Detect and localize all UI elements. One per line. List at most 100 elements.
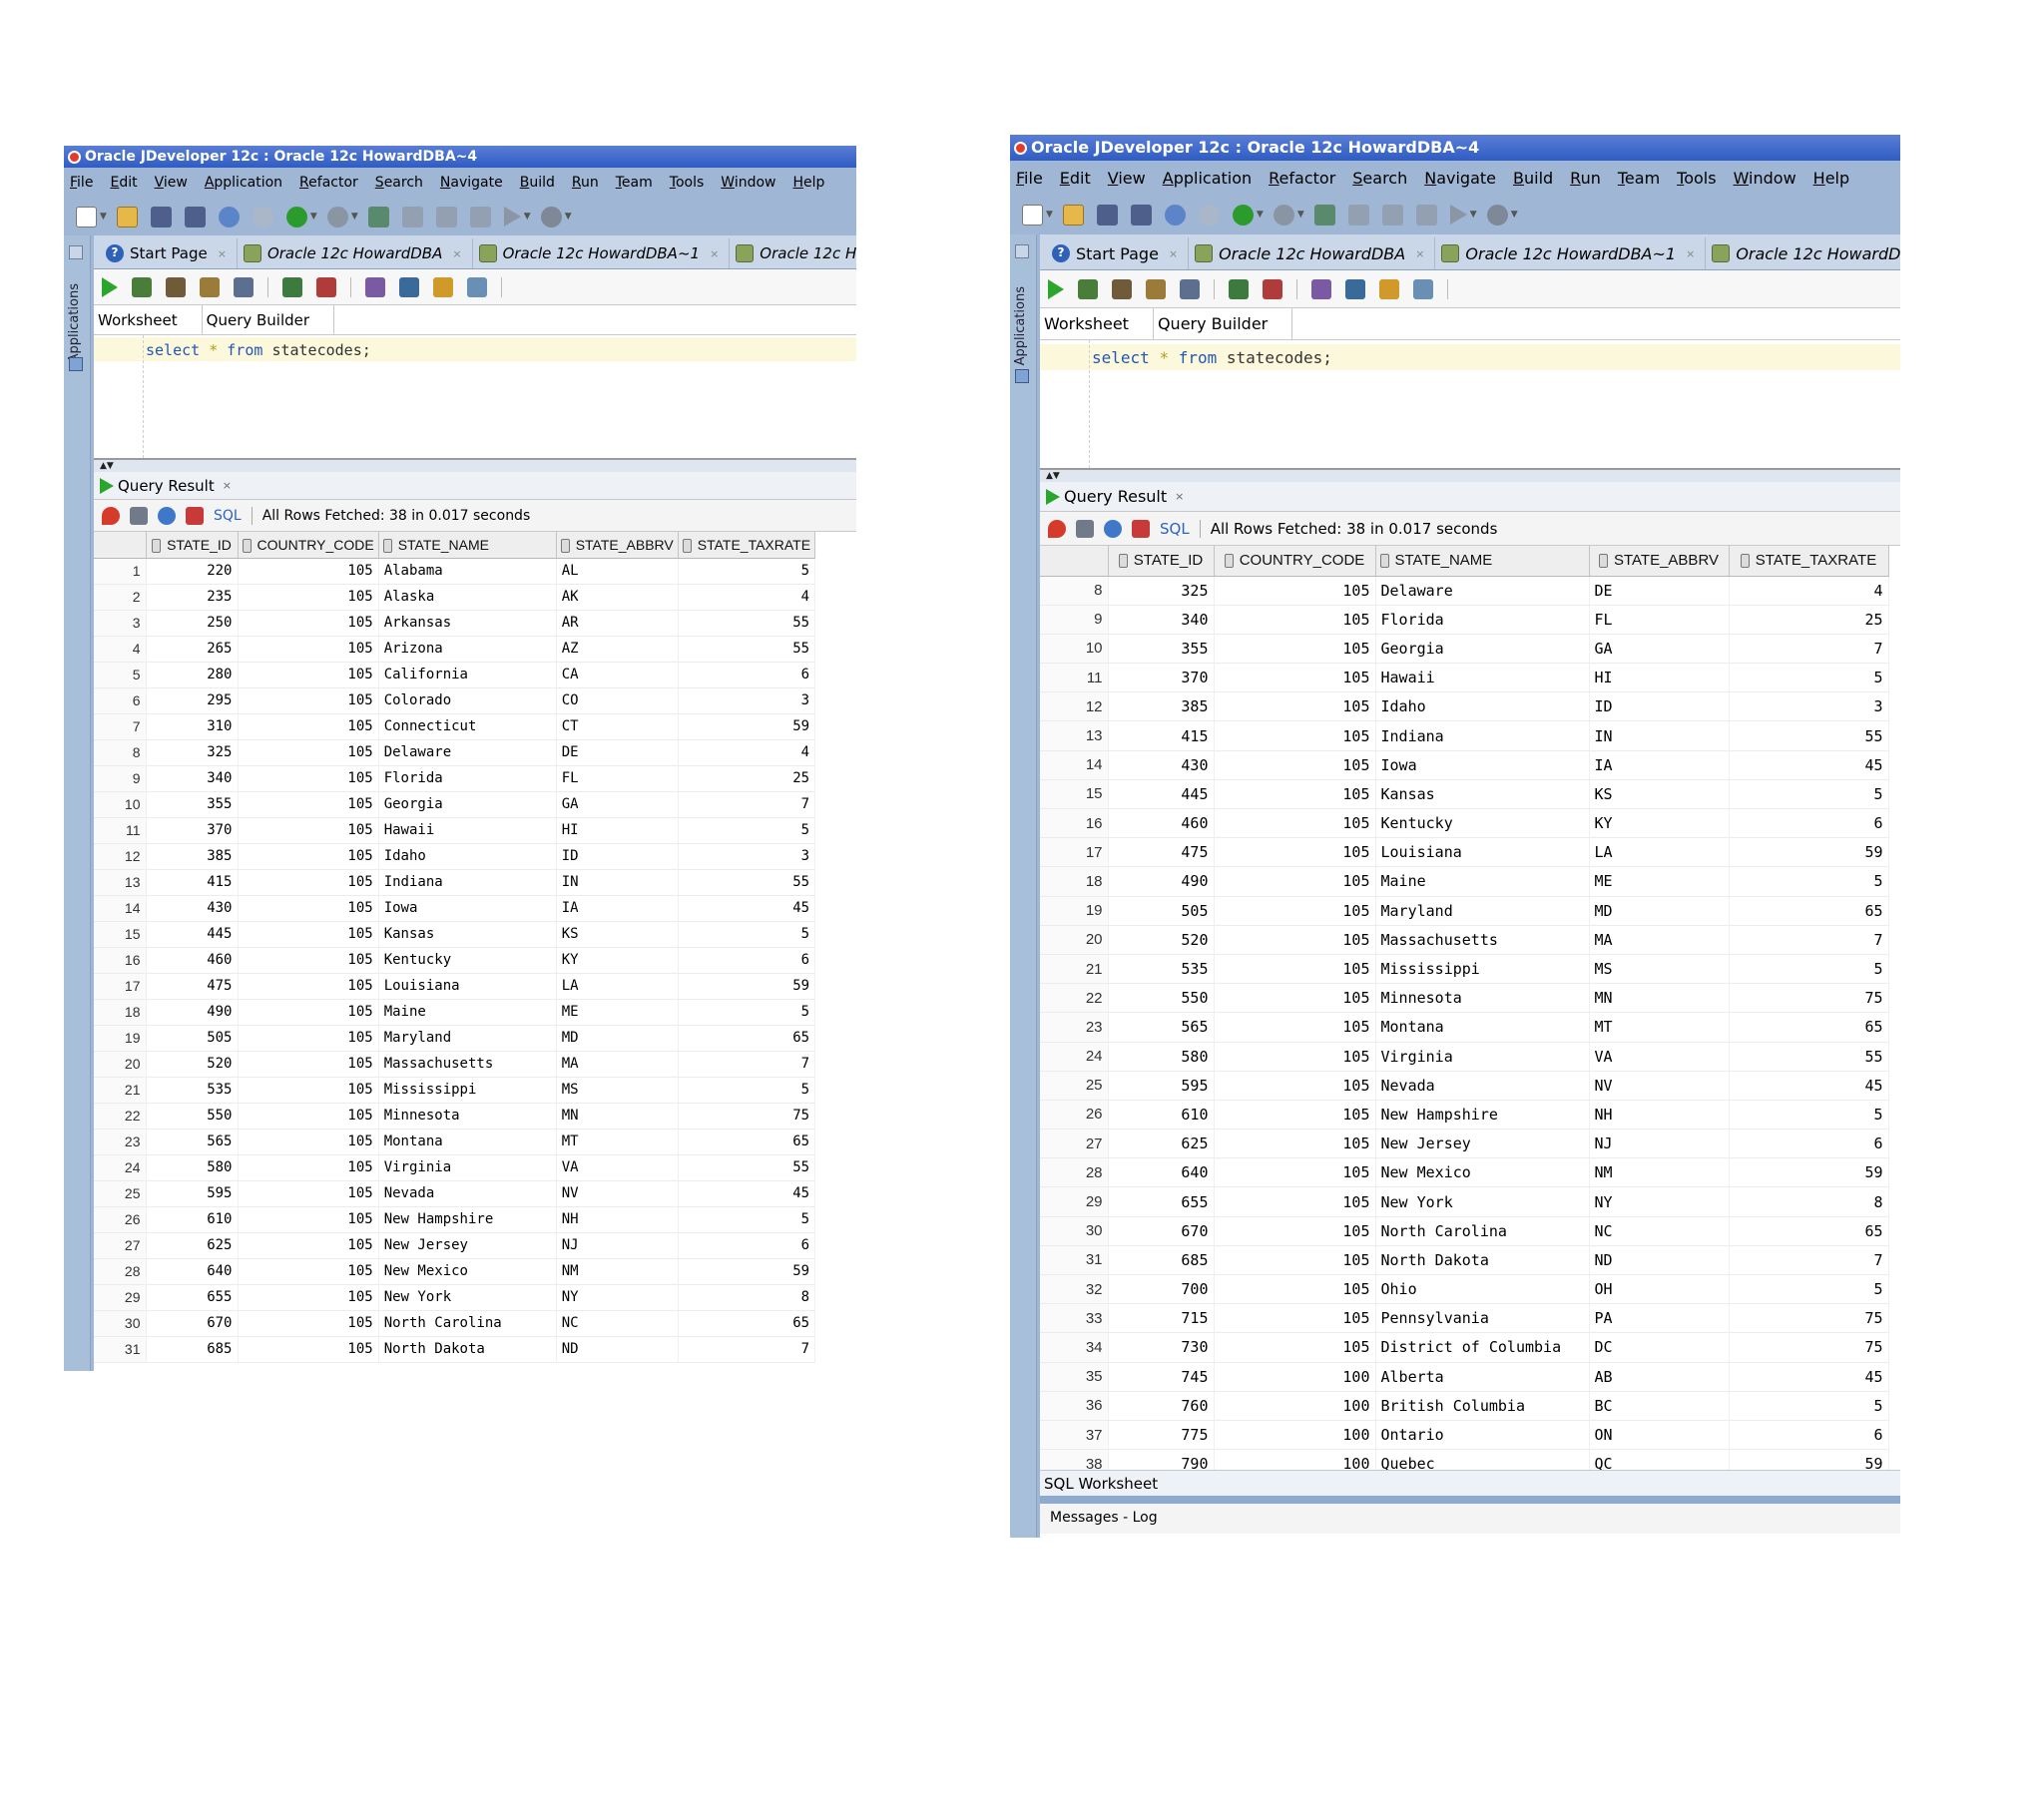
menu-view[interactable]: View	[155, 175, 188, 191]
cell-state-abbrv[interactable]: NJ	[1589, 1129, 1730, 1159]
cell-state-abbrv[interactable]: AR	[556, 610, 679, 637]
cell-state-abbrv[interactable]: NY	[1589, 1186, 1730, 1217]
collapse-arrows-icon[interactable]: ▲▼	[100, 461, 114, 471]
commit-icon[interactable]	[166, 276, 186, 297]
cell-state-taxrate[interactable]: 75	[1729, 1332, 1889, 1363]
cell-state-name[interactable]: Mississippi	[378, 1077, 557, 1104]
cell-country-code[interactable]: 105	[1214, 576, 1376, 606]
open-folder-icon[interactable]	[116, 206, 138, 227]
table-row[interactable]: 31 685 105 North Dakota ND 7	[94, 1336, 816, 1363]
cell-state-name[interactable]: British Columbia	[1375, 1391, 1590, 1421]
cell-state-id[interactable]: 325	[1108, 576, 1215, 606]
menu-refactor[interactable]: Refactor	[299, 175, 358, 191]
cell-state-taxrate[interactable]: 6	[1729, 808, 1889, 839]
cell-state-abbrv[interactable]: NC	[556, 1310, 679, 1337]
cell-state-taxrate[interactable]: 45	[678, 1180, 816, 1207]
cell-state-id[interactable]: 655	[1108, 1186, 1215, 1217]
cell-state-taxrate[interactable]: 5	[1729, 779, 1889, 810]
cell-state-name[interactable]: Iowa	[378, 895, 557, 922]
cell-state-taxrate[interactable]: 3	[678, 843, 816, 870]
open-folder-icon[interactable]	[1062, 204, 1084, 226]
cell-state-abbrv[interactable]: CO	[556, 687, 679, 714]
cell-state-name[interactable]: Kansas	[1375, 779, 1590, 810]
cell-country-code[interactable]: 105	[238, 584, 379, 611]
cell-state-id[interactable]: 655	[146, 1284, 239, 1311]
cell-state-taxrate[interactable]: 8	[1729, 1186, 1889, 1217]
cell-state-id[interactable]: 460	[146, 947, 239, 974]
save-all-icon[interactable]	[1130, 204, 1152, 226]
menu-run[interactable]: Run	[1570, 169, 1601, 188]
cell-state-abbrv[interactable]: HI	[556, 817, 679, 844]
cell-country-code[interactable]: 105	[238, 895, 379, 922]
cell-country-code[interactable]: 105	[1214, 954, 1376, 985]
chevron-down-icon[interactable]: ▼	[1257, 210, 1264, 220]
cell-state-taxrate[interactable]: 7	[1729, 634, 1889, 665]
to-upper-lower-icon[interactable]	[1345, 278, 1365, 299]
cell-state-name[interactable]: North Carolina	[1375, 1216, 1590, 1246]
menu-run[interactable]: Run	[572, 175, 599, 191]
cell-state-abbrv[interactable]: IN	[1589, 720, 1730, 751]
column-header[interactable]: COUNTRY_CODE	[1214, 546, 1376, 577]
chevron-down-icon[interactable]: ▼	[1046, 210, 1053, 220]
cell-state-id[interactable]: 580	[1108, 1042, 1215, 1072]
table-row[interactable]: 25 595 105 Nevada NV 45	[1040, 1071, 1889, 1101]
cell-state-id[interactable]: 355	[1108, 634, 1215, 665]
cell-state-id[interactable]: 295	[146, 687, 239, 714]
cell-country-code[interactable]: 105	[238, 1284, 379, 1311]
cell-state-name[interactable]: Massachusetts	[1375, 925, 1590, 955]
cell-country-code[interactable]: 105	[238, 1154, 379, 1181]
forward-icon[interactable]	[285, 206, 307, 227]
build-icon[interactable]	[401, 206, 423, 227]
menu-build[interactable]: Build	[1513, 169, 1553, 188]
table-row[interactable]: 28 640 105 New Mexico NM 59	[1040, 1157, 1889, 1188]
cell-state-id[interactable]: 325	[146, 739, 239, 766]
collapse-arrows-icon[interactable]: ▲▼	[1046, 471, 1060, 481]
cell-country-code[interactable]: 105	[1214, 1071, 1376, 1101]
menu-team[interactable]: Team	[616, 175, 653, 191]
cell-state-id[interactable]: 625	[146, 1232, 239, 1259]
cell-state-abbrv[interactable]: AK	[556, 584, 679, 611]
table-row[interactable]: 15 445 105 Kansas KS 5	[94, 921, 816, 948]
cell-state-id[interactable]: 535	[1108, 954, 1215, 985]
cell-country-code[interactable]: 105	[1214, 750, 1376, 780]
cell-country-code[interactable]: 105	[238, 843, 379, 870]
menu-team[interactable]: Team	[1618, 169, 1660, 188]
cell-state-name[interactable]: Minnesota	[1375, 983, 1590, 1014]
table-row[interactable]: 35 745 100 Alberta AB 45	[1040, 1362, 1889, 1392]
cell-state-abbrv[interactable]: PA	[1589, 1303, 1730, 1334]
new-file-icon[interactable]	[76, 206, 97, 227]
print-icon[interactable]	[1076, 519, 1094, 538]
column-header[interactable]: STATE_ABBRV	[556, 532, 679, 559]
cell-state-name[interactable]: Idaho	[1375, 691, 1590, 722]
cell-state-abbrv[interactable]: ME	[1589, 866, 1730, 897]
undo-icon[interactable]	[1164, 204, 1186, 226]
cell-state-id[interactable]: 415	[146, 869, 239, 896]
cell-state-name[interactable]: Nevada	[378, 1180, 557, 1207]
cell-state-id[interactable]: 445	[146, 921, 239, 948]
cell-country-code[interactable]: 100	[1214, 1362, 1376, 1392]
table-row[interactable]: 27 625 105 New Jersey NJ 6	[94, 1232, 816, 1259]
column-header[interactable]: STATE_ABBRV	[1589, 546, 1730, 577]
cell-state-taxrate[interactable]: 6	[678, 662, 816, 688]
cell-state-abbrv[interactable]: DE	[556, 739, 679, 766]
cell-country-code[interactable]: 105	[1214, 1245, 1376, 1276]
menu-view[interactable]: View	[1108, 169, 1146, 188]
table-row[interactable]: 32 700 105 Ohio OH 5	[1040, 1274, 1889, 1305]
save-icon[interactable]	[150, 206, 172, 227]
cell-state-abbrv[interactable]: BC	[1589, 1391, 1730, 1421]
cell-state-taxrate[interactable]: 6	[678, 947, 816, 974]
cell-state-name[interactable]: Alabama	[378, 558, 557, 585]
close-icon[interactable]: ×	[218, 247, 227, 260]
table-row[interactable]: 33 715 105 Pennsylvania PA 75	[1040, 1303, 1889, 1334]
cell-country-code[interactable]: 105	[1214, 663, 1376, 693]
cell-state-id[interactable]: 730	[1108, 1332, 1215, 1363]
sql-tuning-icon[interactable]	[365, 276, 385, 297]
cell-state-id[interactable]: 475	[146, 973, 239, 1000]
cell-state-abbrv[interactable]: OH	[1589, 1274, 1730, 1305]
cell-country-code[interactable]: 105	[238, 765, 379, 792]
cell-state-id[interactable]: 685	[1108, 1245, 1215, 1276]
chevron-down-icon[interactable]: ▼	[524, 212, 531, 222]
cell-state-taxrate[interactable]: 7	[678, 1051, 816, 1078]
cell-state-taxrate[interactable]: 5	[1729, 954, 1889, 985]
cell-state-id[interactable]: 685	[146, 1336, 239, 1363]
